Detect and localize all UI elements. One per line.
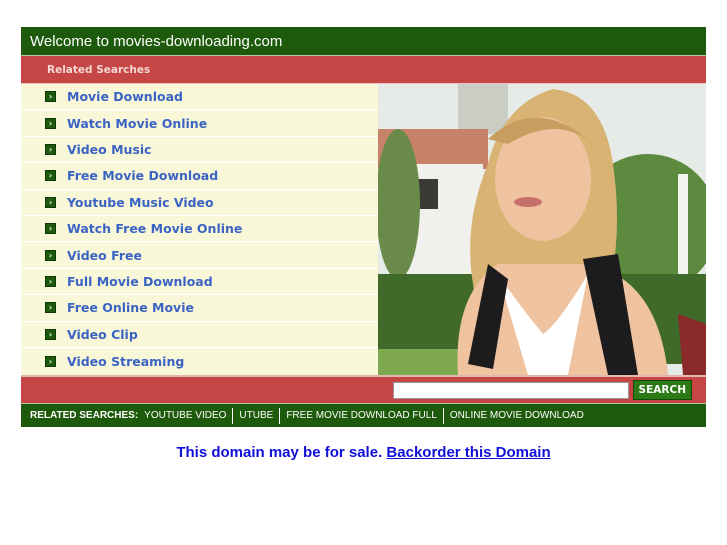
bottom-link[interactable]: FREE MOVIE DOWNLOAD FULL <box>286 410 437 421</box>
arrow-right-icon: › <box>45 223 56 235</box>
related-link[interactable]: Movie Download <box>67 89 183 104</box>
related-link[interactable]: Video Clip <box>67 327 138 342</box>
list-item[interactable]: › Free Online Movie <box>21 295 378 322</box>
arrow-right-icon: › <box>45 91 56 103</box>
domain-sale-notice: This domain may be for sale. Backorder t… <box>0 444 727 461</box>
backorder-link[interactable]: Backorder this Domain <box>386 444 550 461</box>
arrow-right-icon: › <box>45 275 56 287</box>
related-link[interactable]: Video Free <box>67 248 142 263</box>
sale-text: This domain may be for sale. <box>176 444 383 461</box>
list-item[interactable]: › Video Clip <box>21 322 378 348</box>
related-link[interactable]: Youtube Music Video <box>67 195 214 210</box>
arrow-right-icon: › <box>45 117 56 129</box>
related-link[interactable]: Free Movie Download <box>67 168 218 183</box>
list-item[interactable]: › Free Movie Download <box>21 163 378 190</box>
related-link[interactable]: Watch Free Movie Online <box>67 221 242 236</box>
site-header: Welcome to movies-downloading.com <box>21 27 706 56</box>
site-title: Welcome to movies-downloading.com <box>30 33 283 50</box>
related-link[interactable]: Video Music <box>67 142 152 157</box>
divider <box>442 407 444 424</box>
content-area: › Movie Download › Watch Movie Online › Vid… <box>21 84 706 375</box>
page-container: Welcome to movies-downloading.com Relate… <box>21 27 706 427</box>
related-links-list: › Movie Download › Watch Movie Online › Vid… <box>21 84 378 375</box>
list-item[interactable]: › Movie Download <box>21 84 378 111</box>
related-link[interactable]: Free Online Movie <box>67 300 194 315</box>
list-item[interactable]: › Watch Free Movie Online <box>21 216 378 243</box>
bottom-related-bar: RELATED SEARCHES: YOUTUBE VIDEO UTUBE FR… <box>21 403 706 427</box>
woman-with-backpack-image <box>378 84 706 375</box>
bottom-link[interactable]: ONLINE MOVIE DOWNLOAD <box>450 410 584 421</box>
related-link[interactable]: Full Movie Download <box>67 274 213 289</box>
bottom-link[interactable]: YOUTUBE VIDEO <box>144 410 226 421</box>
arrow-right-icon: › <box>45 302 56 314</box>
list-item[interactable]: › Video Music <box>21 137 378 164</box>
list-item[interactable]: › Youtube Music Video <box>21 190 378 216</box>
related-searches-label: Related Searches <box>47 64 151 76</box>
divider <box>232 407 234 424</box>
divider <box>279 407 281 424</box>
hero-photo <box>378 84 706 375</box>
bottom-link[interactable]: UTUBE <box>239 410 273 421</box>
arrow-right-icon: › <box>45 249 56 261</box>
search-bar: SEARCH <box>21 375 706 403</box>
list-item[interactable]: › Full Movie Download <box>21 269 378 296</box>
related-link[interactable]: Watch Movie Online <box>67 116 207 131</box>
arrow-right-icon: › <box>45 355 56 367</box>
related-link[interactable]: Video Streaming <box>67 354 184 369</box>
list-item[interactable]: › Video Streaming <box>21 348 378 374</box>
related-searches-heading: Related Searches <box>21 56 706 84</box>
arrow-right-icon: › <box>45 143 56 155</box>
search-input[interactable] <box>392 381 629 399</box>
arrow-right-icon: › <box>45 328 56 340</box>
list-item[interactable]: › Video Free <box>21 242 378 269</box>
arrow-right-icon: › <box>45 170 56 182</box>
bottom-related-label: RELATED SEARCHES: <box>30 410 139 421</box>
list-item[interactable]: › Watch Movie Online <box>21 110 378 137</box>
arrow-right-icon: › <box>45 196 56 208</box>
search-button[interactable]: SEARCH <box>632 380 692 400</box>
